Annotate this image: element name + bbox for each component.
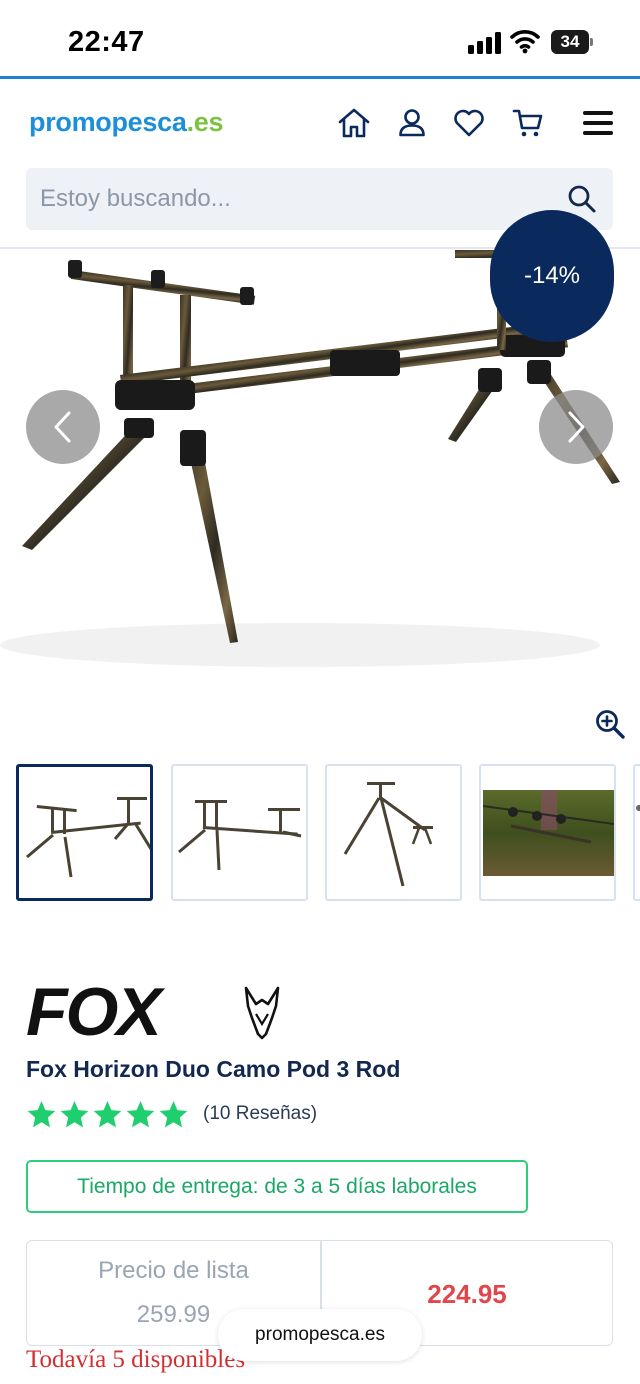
heart-icon[interactable] <box>449 103 489 143</box>
wifi-icon <box>510 28 540 54</box>
menu-icon[interactable] <box>578 103 618 143</box>
rating-stars[interactable]: (10 Reseñas) <box>26 1097 317 1131</box>
star-icon <box>159 1100 188 1127</box>
search-input[interactable] <box>40 168 550 230</box>
zoom-in-icon[interactable] <box>594 708 626 740</box>
status-time: 22:47 <box>68 26 145 58</box>
brand-logo[interactable]: FOX <box>26 974 296 1050</box>
status-bar: 22:47 34 <box>0 0 640 78</box>
star-icon <box>126 1100 155 1127</box>
thumbnail-1[interactable] <box>16 764 153 901</box>
brand-logo-text: FOX <box>26 980 165 1044</box>
previous-image-button[interactable] <box>26 390 100 464</box>
list-price-label: Precio de lista <box>98 1257 249 1284</box>
discount-badge: -14% <box>490 210 614 342</box>
chevron-left-icon <box>54 411 71 443</box>
battery-level: 34 <box>560 32 580 51</box>
review-count-link[interactable]: (10 Reseñas) <box>203 1103 317 1125</box>
logo-text-main: promopesca <box>29 107 187 137</box>
fox-head-icon <box>244 986 280 1040</box>
user-icon[interactable] <box>392 103 432 143</box>
search-icon[interactable] <box>565 182 599 216</box>
star-icon <box>60 1100 89 1127</box>
next-image-button[interactable] <box>539 390 613 464</box>
star-icon <box>93 1100 122 1127</box>
star-icon <box>27 1100 56 1127</box>
cellular-signal-icon <box>468 32 502 54</box>
thumbnail-2[interactable] <box>171 764 308 901</box>
stock-availability: Todavía 5 disponibles <box>26 1346 246 1373</box>
site-logo[interactable]: promopesca.es <box>29 107 224 138</box>
chevron-right-icon <box>568 411 585 443</box>
browser-url-bar[interactable]: promopesca.es <box>218 1309 422 1361</box>
thumbnail-4[interactable] <box>479 764 616 901</box>
thumbnail-strip <box>16 764 640 902</box>
delivery-time-badge: Tiempo de entrega: de 3 a 5 días laboral… <box>26 1160 528 1213</box>
battery-icon: 34 <box>551 30 593 54</box>
thumbnail-5[interactable] <box>633 764 640 901</box>
sale-price: 224.95 <box>427 1279 507 1309</box>
thumbnail-3[interactable] <box>325 764 462 901</box>
product-title: Fox Horizon Duo Camo Pod 3 Rod <box>26 1056 401 1082</box>
logo-text-tld: .es <box>186 107 224 137</box>
home-icon[interactable] <box>334 103 374 143</box>
cart-icon[interactable] <box>508 103 548 143</box>
